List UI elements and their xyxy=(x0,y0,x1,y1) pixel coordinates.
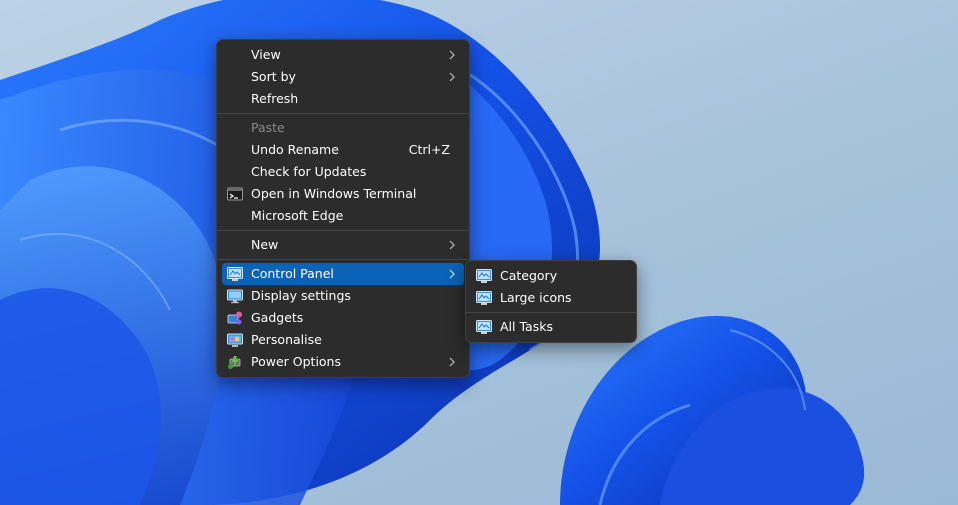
menu-item-undo-rename[interactable]: Undo Rename Ctrl+Z xyxy=(222,139,464,161)
chevron-right-icon xyxy=(449,269,455,279)
submenu-item-label: Category xyxy=(500,268,558,283)
personalise-icon xyxy=(227,333,243,347)
desktop-context-menu: View Sort by Refresh Paste Undo Rename C… xyxy=(216,39,470,378)
menu-separator xyxy=(466,312,636,313)
gadgets-icon xyxy=(227,311,242,325)
menu-item-shortcut: Ctrl+Z xyxy=(408,142,450,157)
submenu-item-all-tasks[interactable]: All Tasks xyxy=(471,316,631,338)
menu-item-label: Sort by xyxy=(251,69,296,84)
submenu-item-large-icons[interactable]: Large icons xyxy=(471,287,631,309)
chevron-right-icon xyxy=(449,240,455,250)
menu-item-microsoft-edge[interactable]: Microsoft Edge xyxy=(222,205,464,227)
terminal-icon xyxy=(227,187,243,201)
chevron-right-icon xyxy=(449,72,455,82)
menu-item-new[interactable]: New xyxy=(222,234,464,256)
menu-item-label: Refresh xyxy=(251,91,299,106)
control-panel-icon xyxy=(476,320,492,334)
menu-item-control-panel[interactable]: Control Panel xyxy=(222,263,464,285)
menu-item-view[interactable]: View xyxy=(222,44,464,66)
chevron-right-icon xyxy=(449,50,455,60)
menu-item-refresh[interactable]: Refresh xyxy=(222,88,464,110)
menu-separator xyxy=(217,113,469,114)
menu-item-label: Undo Rename xyxy=(251,142,339,157)
menu-item-sort-by[interactable]: Sort by xyxy=(222,66,464,88)
display-settings-icon xyxy=(227,289,243,304)
menu-item-label: Microsoft Edge xyxy=(251,208,344,223)
menu-item-display-settings[interactable]: Display settings xyxy=(222,285,464,307)
desktop-wallpaper[interactable] xyxy=(0,0,958,505)
menu-separator xyxy=(217,259,469,260)
menu-item-label: Check for Updates xyxy=(251,164,367,179)
menu-item-personalise[interactable]: Personalise xyxy=(222,329,464,351)
submenu-item-label: Large icons xyxy=(500,290,572,305)
bloom-wallpaper-graphic xyxy=(0,0,865,505)
chevron-right-icon xyxy=(449,357,455,367)
menu-item-label: View xyxy=(251,47,281,62)
submenu-item-category[interactable]: Category xyxy=(471,265,631,287)
menu-item-label: Control Panel xyxy=(251,266,334,281)
menu-item-label: Personalise xyxy=(251,332,322,347)
menu-item-label: Display settings xyxy=(251,288,351,303)
menu-item-check-for-updates[interactable]: Check for Updates xyxy=(222,161,464,183)
menu-item-label: New xyxy=(251,237,279,252)
menu-item-open-in-windows-terminal[interactable]: Open in Windows Terminal xyxy=(222,183,464,205)
menu-item-gadgets[interactable]: Gadgets xyxy=(222,307,464,329)
control-panel-submenu: Category Large icons All Tasks xyxy=(465,260,637,343)
menu-item-paste: Paste xyxy=(222,117,464,139)
menu-item-label: Gadgets xyxy=(251,310,304,325)
menu-item-power-options[interactable]: Power Options xyxy=(222,351,464,373)
control-panel-icon xyxy=(227,267,243,281)
menu-item-label: Open in Windows Terminal xyxy=(251,186,417,201)
power-options-icon xyxy=(228,356,241,369)
menu-item-label: Power Options xyxy=(251,354,341,369)
menu-item-label: Paste xyxy=(251,120,285,135)
submenu-item-label: All Tasks xyxy=(500,319,553,334)
control-panel-icon xyxy=(476,291,492,305)
menu-separator xyxy=(217,230,469,231)
control-panel-icon xyxy=(476,269,492,283)
